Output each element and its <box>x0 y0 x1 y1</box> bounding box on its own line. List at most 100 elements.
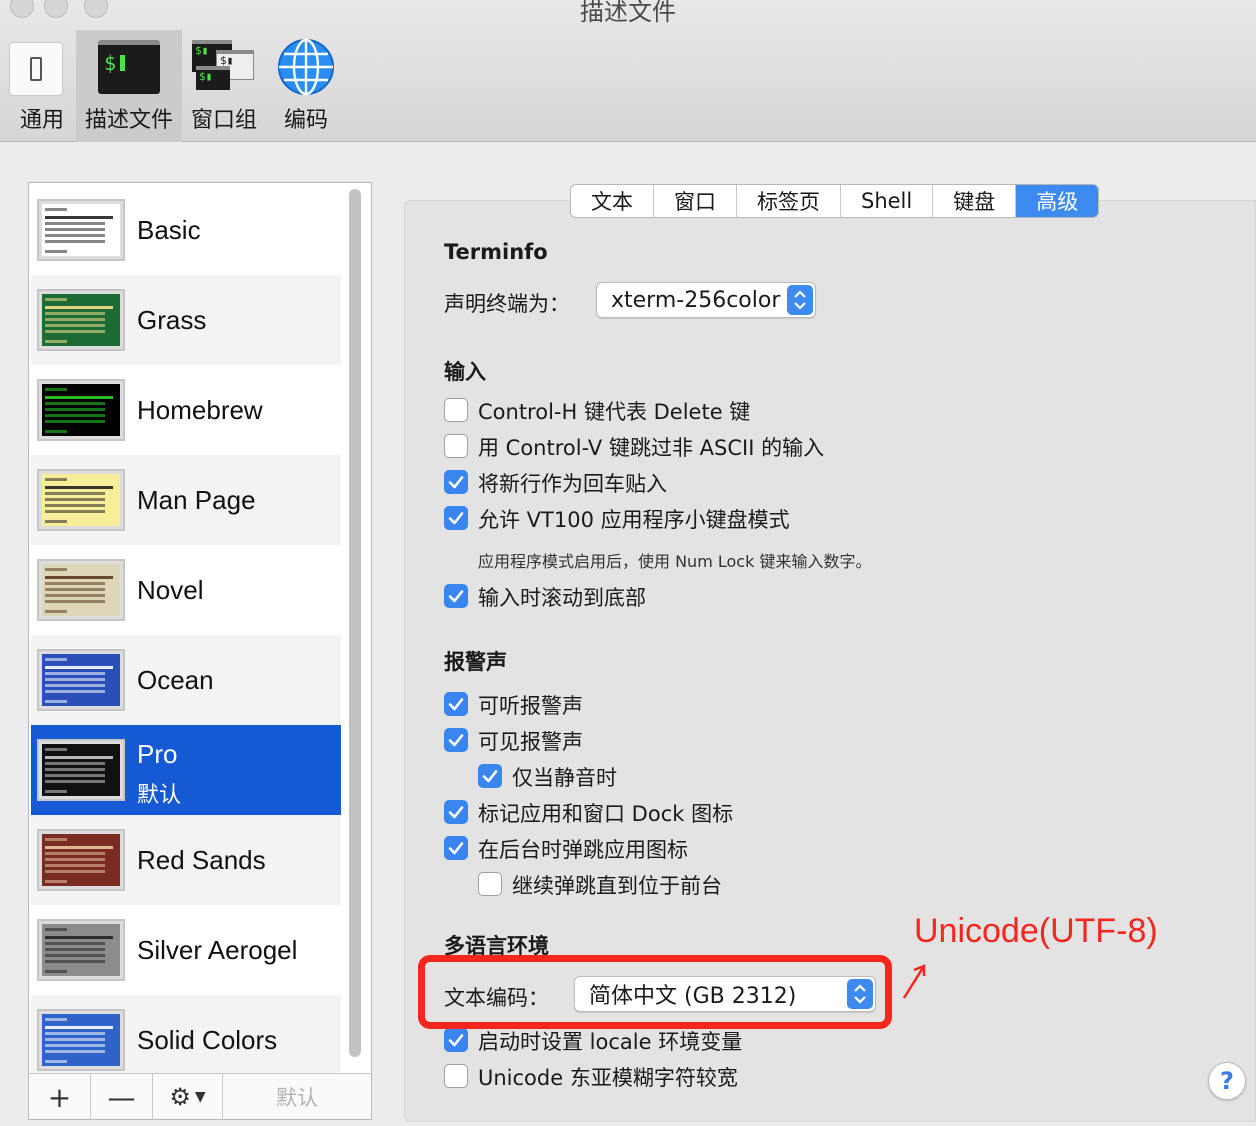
profile-preview-thumbnail <box>37 379 125 441</box>
preview-text-line <box>45 498 105 501</box>
preview-text-line <box>45 240 105 243</box>
checkbox-unchecked[interactable] <box>444 1064 468 1088</box>
checkbox-checked[interactable] <box>444 728 468 752</box>
checkmark-icon <box>448 842 464 855</box>
globe-icon <box>277 38 335 96</box>
profile-row[interactable]: Silver Aerogel <box>31 905 341 995</box>
profile-preview-screen <box>42 654 120 706</box>
preview-text-line <box>45 388 67 391</box>
profile-preview-thumbnail <box>37 829 125 891</box>
terminal-type-value: xterm-256color <box>611 287 781 313</box>
profile-preview-screen <box>42 834 120 886</box>
switch-icon <box>9 42 63 96</box>
checkmark-icon <box>448 476 464 489</box>
checkbox-checked[interactable] <box>444 692 468 716</box>
profile-preview-thumbnail <box>37 199 125 261</box>
preview-text-line <box>45 478 67 481</box>
checkbox-checked[interactable] <box>444 800 468 824</box>
checkmark-icon <box>448 590 464 603</box>
profile-preview-thumbnail <box>37 469 125 531</box>
toolbar-general-label: 通用 <box>19 108 64 133</box>
profile-actions-button[interactable]: ⚙ ▼ <box>153 1074 223 1120</box>
preview-text-line <box>45 768 105 771</box>
profile-preview-screen <box>42 1014 120 1066</box>
preview-text-line <box>45 340 67 343</box>
profile-row[interactable]: Solid Colors <box>31 995 341 1073</box>
profile-preview-screen <box>42 204 120 256</box>
toolbar-general[interactable]: 通用 <box>0 30 84 142</box>
profile-preview-screen <box>42 294 120 346</box>
profiles-scrollbar-thumb[interactable] <box>349 189 361 1057</box>
preview-text-line <box>45 430 67 433</box>
preview-text-line <box>45 690 105 693</box>
checkbox-unchecked[interactable] <box>444 398 468 422</box>
tab-shell[interactable]: Shell <box>841 185 934 217</box>
profile-row[interactable]: Ocean <box>31 635 341 725</box>
checkbox-checked[interactable] <box>444 584 468 608</box>
remove-profile-button[interactable]: — <box>91 1074 153 1120</box>
checkbox-checked[interactable] <box>444 506 468 530</box>
profile-row[interactable]: Novel <box>31 545 341 635</box>
default-profile-button[interactable]: 默认 <box>223 1074 371 1120</box>
annotation-text: Unicode(UTF-8) <box>914 912 1158 950</box>
profile-row[interactable]: Basic <box>31 185 341 275</box>
checkbox-checked[interactable] <box>444 1028 468 1052</box>
checkbox-checked[interactable] <box>478 764 502 788</box>
checkbox-label: 用 Control-V 键跳过非 ASCII 的输入 <box>478 436 825 460</box>
preview-text-line <box>45 600 105 603</box>
preview-text-line <box>45 852 105 855</box>
preview-text-line <box>45 880 67 883</box>
settings-tabs: 文本 窗口 标签页 Shell 键盘 高级 <box>570 184 1100 218</box>
tab-tabs[interactable]: 标签页 <box>737 185 841 217</box>
preview-text-line <box>45 1018 67 1021</box>
preview-text-line <box>45 948 105 951</box>
preview-text-line <box>45 684 105 687</box>
preview-text-line <box>45 774 105 777</box>
checkbox-unchecked[interactable] <box>444 434 468 458</box>
preview-text-line <box>45 216 113 219</box>
add-profile-button[interactable]: + <box>29 1074 91 1120</box>
profiles-scrollbar[interactable] <box>347 189 361 1059</box>
preview-text-line <box>45 762 105 765</box>
tab-advanced[interactable]: 高级 <box>1016 185 1099 217</box>
profile-preview-thumbnail <box>37 649 125 711</box>
preview-text-line <box>45 610 67 613</box>
toolbar-profiles[interactable]: $ 描述文件 <box>76 30 182 142</box>
checkbox-checked[interactable] <box>444 836 468 860</box>
tab-text[interactable]: 文本 <box>571 185 654 217</box>
numlock-note: 应用程序模式启用后，使用 Num Lock 键来输入数字。 <box>478 552 872 571</box>
checkbox-label: Unicode 东亚模糊字符较宽 <box>478 1066 738 1090</box>
preview-text-line <box>45 208 67 211</box>
preview-text-line <box>45 582 105 585</box>
preview-text-line <box>45 402 105 405</box>
profile-row[interactable]: Homebrew <box>31 365 341 455</box>
profile-default-tag: 默认 <box>137 783 182 808</box>
preview-text-line <box>45 838 67 841</box>
preview-text-line <box>45 250 67 253</box>
preview-text-line <box>45 306 113 309</box>
preview-text-line <box>45 700 67 703</box>
preview-text-line <box>45 1026 113 1029</box>
profile-row[interactable]: Pro 默认 <box>31 725 341 815</box>
help-button[interactable]: ? <box>1208 1062 1246 1100</box>
toolbar-encodings[interactable]: 编码 <box>258 30 354 142</box>
terminal-type-popup[interactable]: xterm-256color <box>596 282 816 318</box>
annotation-arrow-icon <box>902 964 926 999</box>
checkbox-label: 标记应用和窗口 Dock 图标 <box>478 802 734 826</box>
tab-window[interactable]: 窗口 <box>654 185 737 217</box>
preview-text-line <box>45 396 113 399</box>
preview-text-line <box>45 678 105 681</box>
profiles-list-frame: Basic Grass Homebrew Man Page Novel Ocean Pro 默… <box>28 182 372 1120</box>
tab-keyboard[interactable]: 键盘 <box>933 185 1017 217</box>
checkmark-icon <box>448 698 464 711</box>
preview-text-line <box>45 486 113 489</box>
checkbox-unchecked[interactable] <box>478 872 502 896</box>
profile-row[interactable]: Man Page <box>31 455 341 545</box>
preview-text-line <box>45 928 67 931</box>
checkbox-checked[interactable] <box>444 470 468 494</box>
preview-text-line <box>45 318 105 321</box>
preview-text-line <box>45 970 67 973</box>
profile-preview-screen <box>42 474 120 526</box>
profile-row[interactable]: Red Sands <box>31 815 341 905</box>
profile-row[interactable]: Grass <box>31 275 341 365</box>
